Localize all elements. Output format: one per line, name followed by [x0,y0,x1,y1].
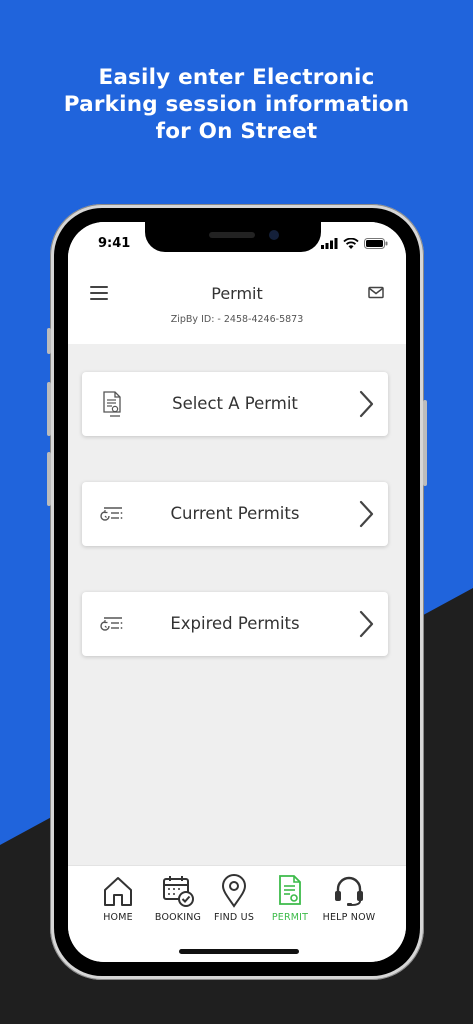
zipby-id: ZipBy ID: - 2458-4246-5873 [170,314,304,325]
tab-home[interactable]: HOME [88,874,148,923]
mute-switch [47,328,51,354]
permit-list-icon [100,507,123,521]
card-label: Current Permits [170,504,300,523]
page-title: Permit [211,284,263,303]
location-pin-icon [221,874,247,908]
tab-label: BOOKING [154,912,202,923]
status-icons [321,238,388,249]
current-permits-card[interactable]: Current Permits [82,482,388,546]
signal-icon [321,238,338,249]
tab-label: HOME [103,912,133,923]
permit-list-icon [100,617,123,631]
battery-icon [364,238,388,249]
tab-find-us[interactable]: FIND US [204,874,264,923]
card-label: Select A Permit [172,394,298,413]
status-time: 9:41 [98,236,131,251]
tab-label: HELP NOW [322,912,376,923]
chevron-right-icon [359,390,374,418]
headset-icon [335,876,363,906]
speaker [209,232,255,238]
volume-up-button [47,382,51,436]
power-button [423,400,427,486]
expired-permits-card[interactable]: Expired Permits [82,592,388,656]
calendar-check-icon [163,876,194,907]
tab-permit[interactable]: PERMIT [260,874,320,923]
tab-label: PERMIT [271,912,309,923]
select-permit-card[interactable]: Select A Permit [82,372,388,436]
tab-help-now[interactable]: HELP NOW [316,874,382,923]
phone-bezel: 9:41 Permit ZipBy ID: - 2458-4246-5873 S… [54,208,420,976]
notch [145,222,321,252]
phone-frame: 9:41 Permit ZipBy ID: - 2458-4246-5873 S… [47,204,427,980]
promo-headline: Easily enter Electronic Parking session … [63,65,410,144]
chevron-right-icon [359,500,374,528]
volume-down-button [47,452,51,506]
permit-document-icon [279,875,301,905]
card-label: Expired Permits [170,614,300,633]
wifi-icon [343,238,359,249]
app-screen: 9:41 Permit ZipBy ID: - 2458-4246-5873 S… [68,222,406,962]
tab-booking[interactable]: BOOKING [148,874,208,923]
bottom-tab-bar: HOME BOOKING FIND US PERMIT HELP NOW [68,865,406,962]
home-icon [104,877,132,906]
tab-label: FIND US [213,912,255,923]
front-camera [269,230,279,240]
permit-document-icon [103,391,121,417]
mail-icon[interactable] [368,286,384,299]
home-indicator [179,949,299,954]
chevron-right-icon [359,610,374,638]
